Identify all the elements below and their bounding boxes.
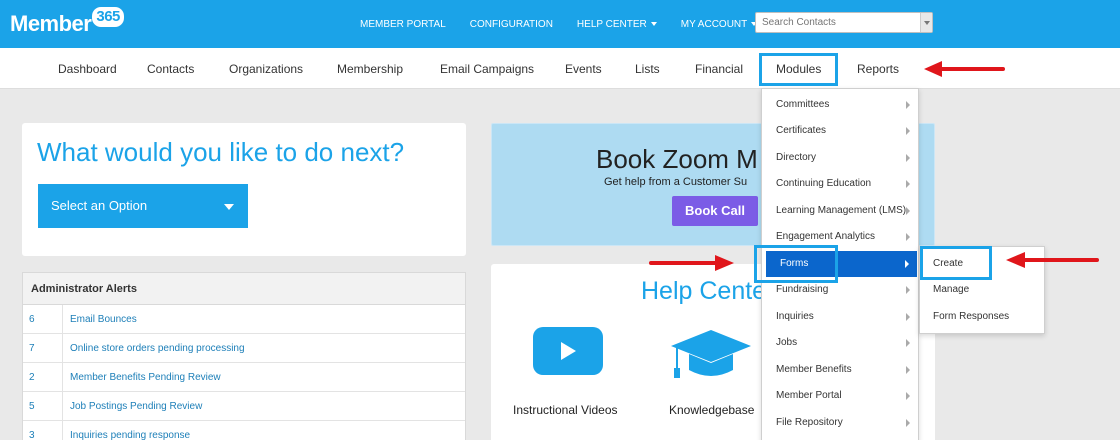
annotation-arrows [649,61,1099,271]
arrow-to-create [1006,252,1099,268]
arrow-to-modules [924,61,1005,77]
arrow-to-forms [649,255,734,271]
